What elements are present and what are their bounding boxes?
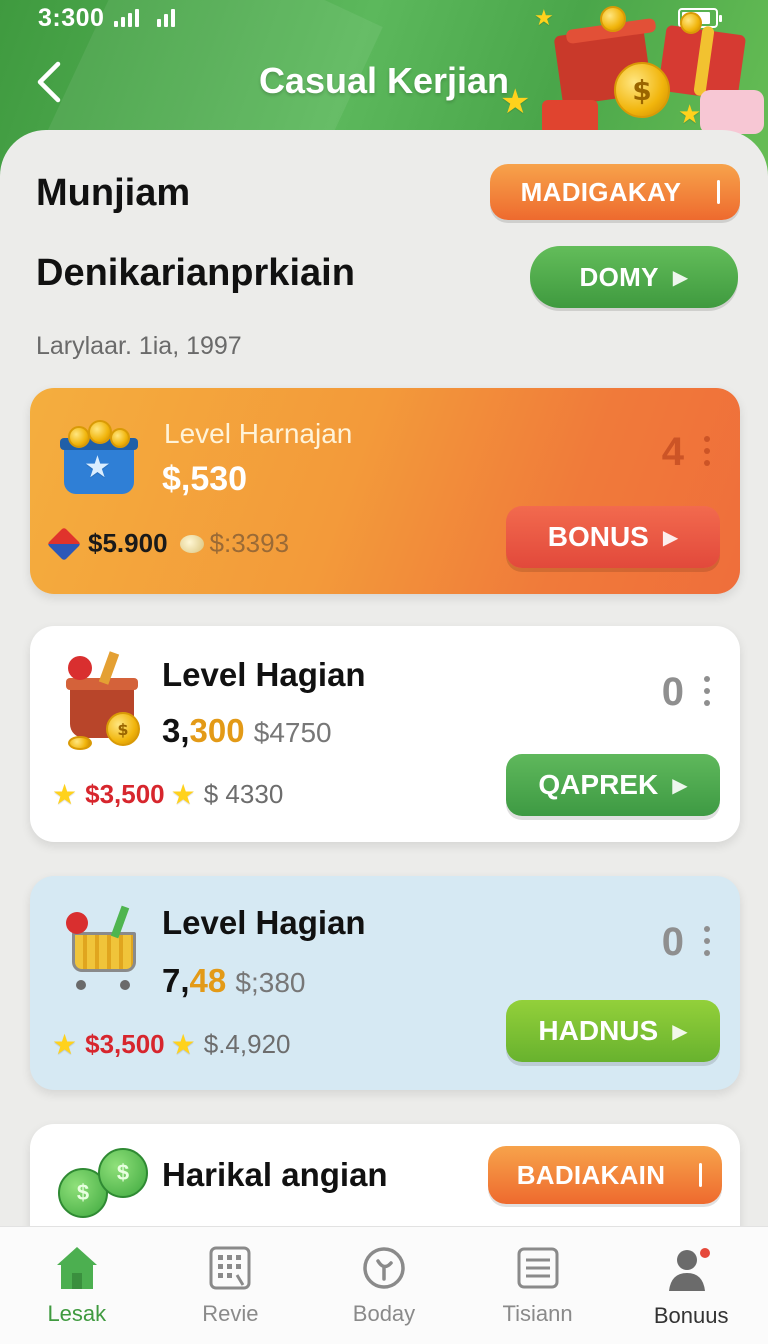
cellular-signal-icon [157, 9, 176, 27]
date-label: Larylaar. 1ia, 1997 [36, 332, 242, 360]
nav-item-revie[interactable]: Revie [154, 1227, 308, 1344]
reward-card[interactable]: $ Level Hagian 3,300 $4750 0 ★ $3,500 ★ … [30, 626, 740, 842]
shopping-cart-icon [60, 905, 156, 1002]
compass-icon [363, 1247, 405, 1289]
amount-highlight: 48 [189, 962, 227, 999]
chevron-right-icon: ▶ [662, 525, 679, 549]
level-label: Harikal angian [162, 1156, 388, 1193]
reward-card[interactable]: ★ Level Harnajan $,530 4 $5.900 $:3393 B… [30, 388, 740, 594]
nav-label: Tisiann [502, 1301, 573, 1326]
list-icon [517, 1247, 559, 1289]
more-options-icon[interactable] [704, 436, 712, 466]
amount-sub: $;380 [235, 967, 306, 998]
level-amount: 3,300 $4750 [162, 712, 332, 750]
section-subtitle: Denikarianprkiain [36, 252, 355, 294]
wifi-signal-icon [114, 9, 140, 27]
nav-label: Revie [202, 1301, 259, 1326]
bonus-button-label: BONUS [547, 521, 649, 552]
grid-icon [209, 1246, 251, 1290]
reward-stats: ★ $3,500 ★ $ 4330 [52, 778, 283, 811]
hadnus-button-label: HADNUS [538, 1015, 659, 1046]
level-label: Level Hagian [162, 904, 366, 941]
stat-secondary: $ 4330 [203, 779, 284, 809]
treasure-bucket-icon: $ [60, 650, 152, 750]
level-counter: 4 [661, 430, 684, 474]
nav-item-lesak[interactable]: Lesak [0, 1227, 154, 1344]
badiakain-button[interactable]: BADIAKAIN [488, 1146, 722, 1204]
basket-icon: ★ [58, 416, 148, 496]
star-icon: ★ [52, 778, 78, 811]
reward-stats: ★ $3,500 ★ $.4,920 [52, 1028, 291, 1061]
qaprek-button[interactable]: QAPREK ▶ [506, 754, 720, 816]
section-title: Munjiam [36, 172, 191, 214]
nav-item-boday[interactable]: Boday [307, 1227, 461, 1344]
home-icon [56, 1247, 97, 1289]
coin-icon [179, 534, 204, 553]
gem-icon [47, 526, 81, 561]
nav-item-bonuus[interactable]: Bonuus [614, 1227, 768, 1344]
nav-label: Bonuus [653, 1303, 729, 1328]
more-options-icon[interactable] [704, 676, 712, 706]
amount-highlight: 300 [189, 712, 245, 749]
amount-lead: 7, [162, 962, 190, 999]
star-icon: ★ [52, 1028, 78, 1061]
star-icon: ★ [170, 778, 196, 811]
stat-secondary: $:3393 [209, 528, 290, 558]
stat-secondary: $.4,920 [203, 1029, 291, 1059]
bonus-button[interactable]: BONUS ▶ [506, 506, 720, 568]
level-counter: 0 [661, 670, 684, 714]
stat-primary: $5.900 [88, 528, 168, 558]
domy-button[interactable]: DOMY ▶ [530, 246, 738, 308]
madigakay-button-label: MADIGAKAY [520, 176, 682, 207]
qaprek-button-label: QAPREK [538, 769, 659, 800]
level-amount: $,530 [162, 460, 248, 498]
badiakain-button-label: BADIAKAIN [516, 1159, 666, 1190]
chevron-right-icon: ▶ [672, 1019, 688, 1043]
notification-dot [700, 1248, 711, 1258]
nav-label: Lesak [47, 1301, 107, 1326]
reward-card[interactable]: Level Hagian 7,48 $;380 0 ★ $3,500 ★ $.4… [30, 876, 740, 1090]
bar-icon [717, 180, 720, 204]
stat-primary: $3,500 [85, 779, 165, 809]
more-options-icon[interactable] [704, 926, 712, 956]
level-label: Level Hagian [162, 656, 366, 693]
amount-sub: $4750 [253, 717, 332, 748]
domy-button-label: DOMY [579, 261, 659, 292]
cash-coins-icon: $ $ [54, 1144, 154, 1224]
level-label: Level Harnajan [164, 418, 353, 449]
nav-label: Boday [352, 1301, 416, 1326]
chevron-right-icon: ▶ [672, 265, 689, 289]
page-title: Casual Kerjian [258, 60, 510, 101]
reward-stats: $5.900 $:3393 [47, 526, 290, 561]
bar-icon [699, 1163, 702, 1187]
amount-lead: 3, [162, 712, 190, 749]
profile-icon [669, 1248, 711, 1291]
status-time: 3:300 [38, 3, 105, 32]
stat-primary: $3,500 [85, 1029, 165, 1059]
bottom-navigation: Lesak Revie Boday Tisiann Bonuus [0, 1226, 768, 1344]
chevron-right-icon: ▶ [672, 773, 688, 797]
star-icon: ★ [170, 1028, 196, 1061]
madigakay-button[interactable]: MADIGAKAY [490, 164, 740, 220]
level-amount: 7,48 $;380 [162, 962, 306, 1000]
nav-item-tisiann[interactable]: Tisiann [461, 1227, 615, 1344]
level-counter: 0 [661, 920, 684, 964]
hadnus-button[interactable]: HADNUS ▶ [506, 1000, 720, 1062]
